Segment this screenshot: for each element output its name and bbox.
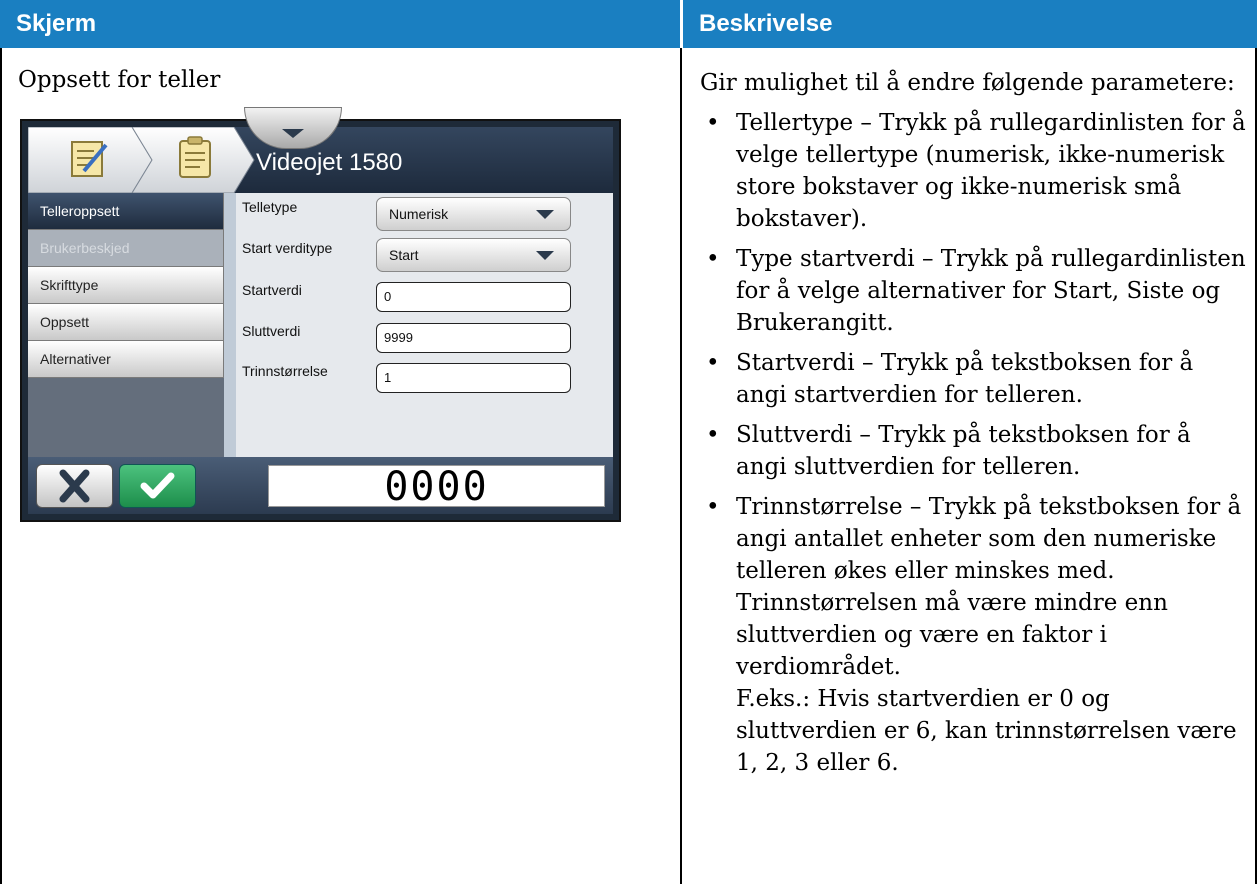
device-title-bar: Videojet 1580 [28,107,613,193]
list-item: • Sluttverdi – Trykk på tekstboksen for å… [700,419,1248,483]
document-table: Skjerm Beskrivelse Oppsett for teller Vi… [0,0,1257,884]
checkmark-icon [140,472,175,499]
sidebar-item-telleroppsett[interactable]: Telleroppsett [28,193,224,230]
sidebar-item-alternativer[interactable]: Alternativer [28,341,224,378]
description-example: F.eks.: Hvis startverdien er 0 og sluttv… [736,686,1237,776]
cancel-button[interactable] [36,464,113,508]
startverdi-label: Startverdi [242,282,302,298]
telletype-value: Numerisk [389,206,449,222]
sidebar-item-skrifttype[interactable]: Skrifttype [28,267,224,304]
chevron-down-icon [536,210,554,219]
chevron-down-icon [536,251,554,260]
description-intro: Gir mulighet til å endre følgende parame… [700,70,1235,96]
close-icon [59,469,90,503]
start-verditype-dropdown[interactable]: Start [376,238,571,272]
counter-settings-form: Telletype Numerisk Start verditype Start… [236,193,613,457]
bullet-icon: • [706,110,720,136]
telletype-label: Telletype [242,199,298,215]
list-item: • Type startverdi – Trykk på rullegardinl… [700,243,1248,339]
bullet-icon: • [706,350,720,376]
device-screen: Videojet 1580 Telleroppsett Brukerbeskje… [28,107,613,514]
device-sidebar: Telleroppsett Brukerbeskjed Skrifttype O… [28,193,224,457]
list-item: • Startverdi – Trykk på tekstboksen for å… [700,347,1248,411]
list-item: • Trinnstørrelse – Trykk på tekstboksen f… [700,491,1248,683]
bullet-text: Tellertype – Trykk på rullegardinlisten … [736,110,1246,232]
sluttverdi-input[interactable]: 9999 [376,323,571,353]
bullet-text: Trinnstørrelse – Trykk på tekstboksen fo… [736,494,1242,680]
description-cell: Gir mulighet til å endre følgende parame… [700,67,1248,779]
sidebar-item-brukerbeskjed: Brukerbeskjed [28,230,224,267]
chevron-down-icon [282,129,304,138]
sidebar-item-oppsett[interactable]: Oppsett [28,304,224,341]
bullet-text: Startverdi – Trykk på tekstboksen for å … [736,350,1194,408]
bullet-icon: • [706,422,720,448]
list-item: • Tellertype – Trykk på rullegardinlisten… [700,107,1248,235]
startverdi-input[interactable]: 0 [376,282,571,312]
bullet-icon: • [706,494,720,520]
breadcrumb [28,127,255,193]
counter-preview: 0000 [268,465,605,508]
sidebar-divider [224,193,236,457]
confirm-button[interactable] [119,464,196,508]
bullet-text: Sluttverdi – Trykk på tekstboksen for å … [736,422,1191,480]
clipboard-icon[interactable] [179,136,211,178]
screen-title: Oppsett for teller [18,67,221,93]
trinnstorrelse-input[interactable]: 1 [376,363,571,393]
sluttverdi-label: Sluttverdi [242,323,301,339]
telletype-dropdown[interactable]: Numerisk [376,197,571,231]
bullet-text: Type startverdi – Trykk på rullegardinli… [736,246,1246,336]
table-border-left [0,48,2,884]
edit-document-icon[interactable] [71,141,108,177]
device-screenshot: Videojet 1580 Telleroppsett Brukerbeskje… [20,107,621,522]
trinnstorrelse-label: Trinnstørrelse [242,363,328,379]
device-bottom-bar: 0000 [28,457,613,514]
start-verditype-value: Start [389,247,419,263]
column-header-description: Beskrivelse [683,0,1257,48]
start-verditype-label: Start verditype [242,240,333,256]
column-header-screen: Skjerm [0,0,680,48]
bullet-icon: • [706,246,720,272]
table-border-middle [680,48,682,884]
